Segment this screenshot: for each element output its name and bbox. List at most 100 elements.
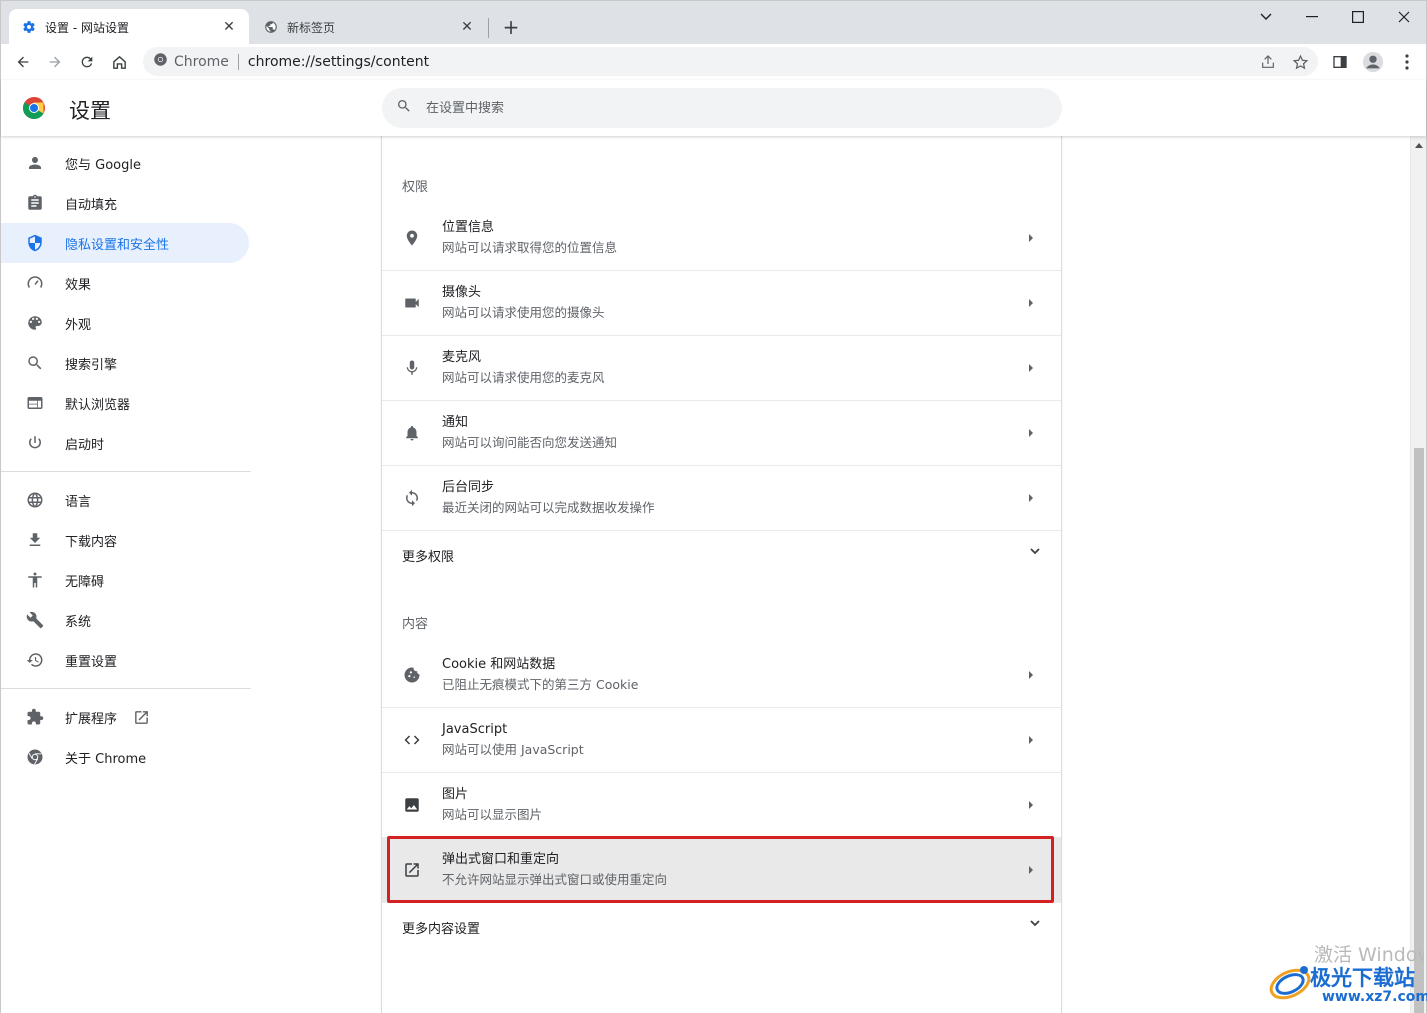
image-icon (402, 795, 422, 815)
row-label: 位置信息 (442, 220, 495, 235)
arrow-right-icon (1021, 800, 1041, 810)
arrow-right-icon (1021, 363, 1041, 373)
tab-search-chevron-icon[interactable] (1243, 1, 1289, 33)
permission-row-location[interactable]: 位置信息 网站可以请求取得您的位置信息 (382, 206, 1061, 271)
permission-row-notifications[interactable]: 通知 网站可以询问能否向您发送通知 (382, 401, 1061, 466)
close-icon[interactable]: ✕ (459, 19, 475, 35)
address-bar[interactable]: Chrome chrome://settings/content (143, 47, 1318, 76)
sidebar-item-label: 语言 (65, 494, 92, 510)
code-icon (402, 730, 422, 750)
cookie-icon (402, 665, 422, 685)
search-input[interactable] (426, 100, 1026, 116)
sidebar-item-reset[interactable]: 重置设置 (1, 640, 249, 680)
sidebar-divider (1, 471, 251, 472)
arrow-right-icon (1021, 298, 1041, 308)
more-menu-icon[interactable] (1393, 48, 1421, 76)
side-panel-icon[interactable] (1326, 48, 1354, 76)
chrome-icon (25, 747, 45, 767)
row-description: 网站可以显示图片 (442, 807, 543, 822)
profile-avatar-icon[interactable] (1359, 48, 1387, 76)
sidebar-item-extensions[interactable]: 扩展程序 (1, 697, 249, 737)
arrow-right-icon (1021, 233, 1041, 243)
sidebar-item-about-chrome[interactable]: 关于 Chrome (1, 737, 249, 777)
sidebar-item-label: 扩展程序 (65, 711, 118, 727)
content-row-javascript[interactable]: JavaScript 网站可以使用 JavaScript (382, 708, 1061, 773)
new-tab-button[interactable]: + (499, 15, 523, 39)
sidebar-item-performance[interactable]: 效果 (1, 263, 249, 303)
sidebar-item-appearance[interactable]: 外观 (1, 303, 249, 343)
permission-row-background-sync[interactable]: 后台同步 最近关闭的网站可以完成数据收发操作 (382, 466, 1061, 531)
bookmark-star-icon[interactable] (1287, 49, 1313, 75)
minimize-button[interactable] (1289, 1, 1335, 33)
scroll-up-arrow-icon[interactable] (1411, 138, 1426, 152)
permission-row-camera[interactable]: 摄像头 网站可以请求使用您的摄像头 (382, 271, 1061, 336)
sidebar-item-system[interactable]: 系统 (1, 600, 249, 640)
back-arrow-icon[interactable] (9, 48, 37, 76)
sidebar-item-on-startup[interactable]: 启动时 (1, 423, 249, 463)
content-row-images[interactable]: 图片网站可以显示图片 (382, 773, 1061, 838)
close-icon[interactable]: ✕ (221, 19, 237, 35)
window-close-button[interactable] (1381, 1, 1427, 33)
row-description: 已阻止无痕模式下的第三方 Cookie (442, 677, 639, 692)
more-content-settings-expander[interactable]: 更多内容设置 (382, 903, 1061, 951)
puzzle-icon (25, 707, 45, 727)
globe-icon (25, 490, 45, 510)
content-row-cookies[interactable]: Cookie 和网站数据 已阻止无痕模式下的第三方 Cookie (382, 643, 1061, 708)
row-label: 摄像头 (442, 285, 482, 300)
scrollbar-thumb[interactable] (1414, 448, 1424, 1013)
home-icon[interactable] (105, 48, 133, 76)
globe-icon (263, 19, 279, 35)
sidebar-item-label: 重置设置 (65, 654, 118, 670)
reload-icon[interactable] (73, 48, 101, 76)
row-label: 通知 (442, 415, 469, 430)
gear-icon (21, 19, 37, 35)
sidebar-item-you-and-google[interactable]: 您与 Google (1, 143, 249, 183)
power-icon (25, 433, 45, 453)
forward-arrow-icon[interactable] (41, 48, 69, 76)
open-in-new-icon (133, 708, 151, 726)
chrome-site-icon[interactable] (153, 52, 168, 71)
sidebar-item-default-browser[interactable]: 默认浏览器 (1, 383, 249, 423)
speedometer-icon (25, 273, 45, 293)
share-icon[interactable] (1255, 49, 1281, 75)
tab-settings[interactable]: 设置 - 网站设置 ✕ (9, 9, 249, 45)
shield-icon (25, 233, 45, 253)
arrow-right-icon (1021, 735, 1041, 745)
microphone-icon (402, 358, 422, 378)
popup-icon (402, 860, 422, 880)
sidebar-item-languages[interactable]: 语言 (1, 480, 249, 520)
sidebar-item-label: 无障碍 (65, 574, 105, 590)
url-text[interactable]: chrome://settings/content (248, 54, 429, 70)
sidebar-item-accessibility[interactable]: 无障碍 (1, 560, 249, 600)
bell-icon (402, 423, 422, 443)
sidebar-item-label: 启动时 (65, 437, 105, 453)
camera-icon (402, 293, 422, 313)
wrench-icon (25, 610, 45, 630)
restore-icon (25, 650, 45, 670)
maximize-button[interactable] (1335, 1, 1381, 33)
sidebar-item-label: 隐私设置和安全性 (65, 237, 170, 253)
settings-search-box[interactable] (382, 88, 1062, 128)
row-label: 图片 (442, 787, 469, 802)
content-row-popups-redirects[interactable]: 弹出式窗口和重定向 不允许网站显示弹出式窗口或使用重定向 (382, 838, 1061, 903)
sidebar-item-downloads[interactable]: 下载内容 (1, 520, 249, 560)
site-watermark-logo-icon (1266, 956, 1316, 1002)
search-icon (396, 98, 412, 118)
row-label: JavaScript (442, 722, 508, 737)
more-permissions-expander[interactable]: 更多权限 (382, 531, 1061, 579)
sidebar-divider (1, 688, 251, 689)
vertical-scrollbar[interactable] (1410, 136, 1426, 1013)
tab-title: 新标签页 (287, 20, 336, 35)
row-description: 不允许网站显示弹出式窗口或使用重定向 (442, 872, 668, 887)
tab-new-tab[interactable]: 新标签页 ✕ (251, 9, 487, 45)
permission-row-microphone[interactable]: 麦克风 网站可以请求使用您的麦克风 (382, 336, 1061, 401)
browser-window-icon (25, 393, 45, 413)
sidebar-item-autofill[interactable]: 自动填充 (1, 183, 249, 223)
sidebar-item-label: 系统 (65, 614, 92, 630)
site-label: Chrome (174, 53, 229, 70)
sidebar-item-search-engine[interactable]: 搜索引擎 (1, 343, 249, 383)
row-description: 网站可以请求使用您的麦克风 (442, 370, 605, 385)
arrow-right-icon (1021, 428, 1041, 438)
sidebar-item-privacy-security[interactable]: 隐私设置和安全性 (1, 223, 249, 263)
browser-toolbar: Chrome chrome://settings/content (0, 44, 1427, 79)
